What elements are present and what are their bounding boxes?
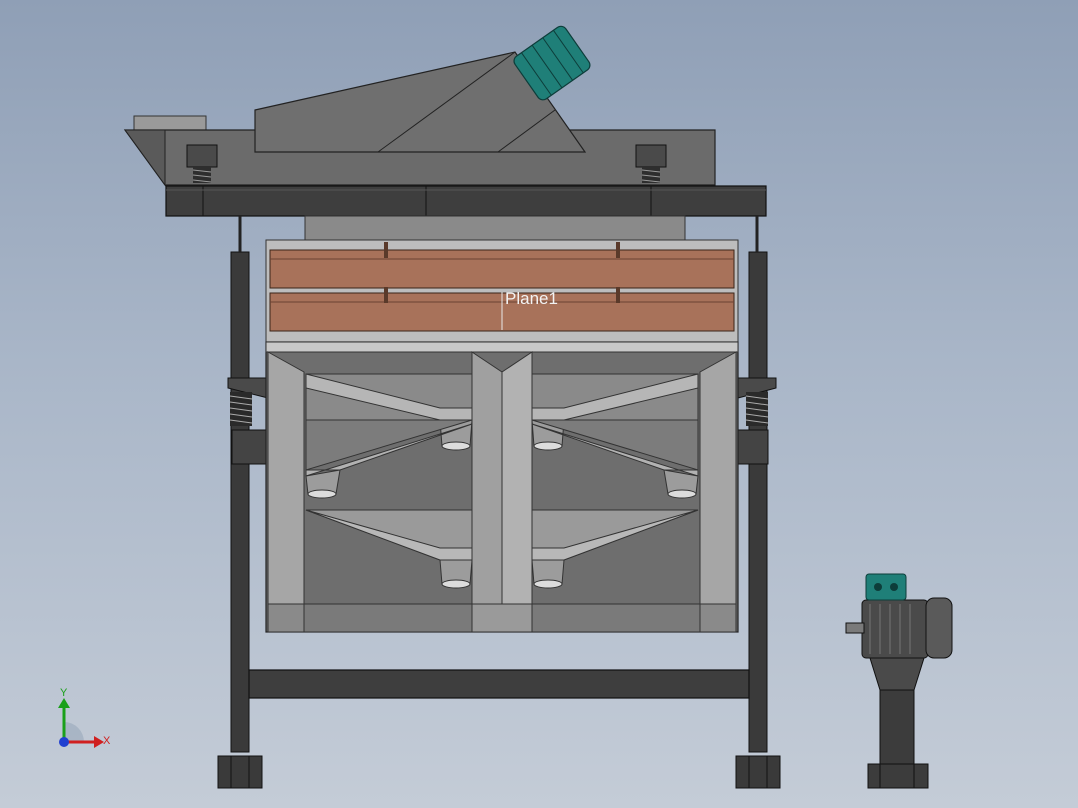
motor-body — [861, 599, 929, 659]
motor-fan-cover — [925, 597, 953, 659]
screen-deck: Plane1 — [265, 239, 739, 343]
z-axis-dot — [59, 737, 69, 747]
motor-terminal-box — [865, 573, 907, 601]
inlet-spout — [133, 115, 207, 131]
frame-leg-right — [735, 251, 781, 789]
frame-leg-left — [217, 251, 263, 789]
motor-base — [867, 763, 929, 789]
cad-drawing: Plane1 Y X — [58, 25, 953, 789]
top-crossbeam — [165, 185, 767, 217]
bottom-crossbar — [248, 669, 750, 699]
screen-tray-upper — [269, 249, 735, 289]
axis-x-label: X — [103, 735, 111, 747]
side-spring-right — [737, 377, 777, 465]
center-column — [304, 215, 686, 243]
axis-triad: Y X — [58, 687, 111, 748]
plane-label: Plane1 — [505, 289, 558, 308]
fan-motor-assembly — [845, 573, 953, 789]
motor-shaft — [845, 622, 865, 634]
axis-y-label: Y — [60, 687, 68, 699]
